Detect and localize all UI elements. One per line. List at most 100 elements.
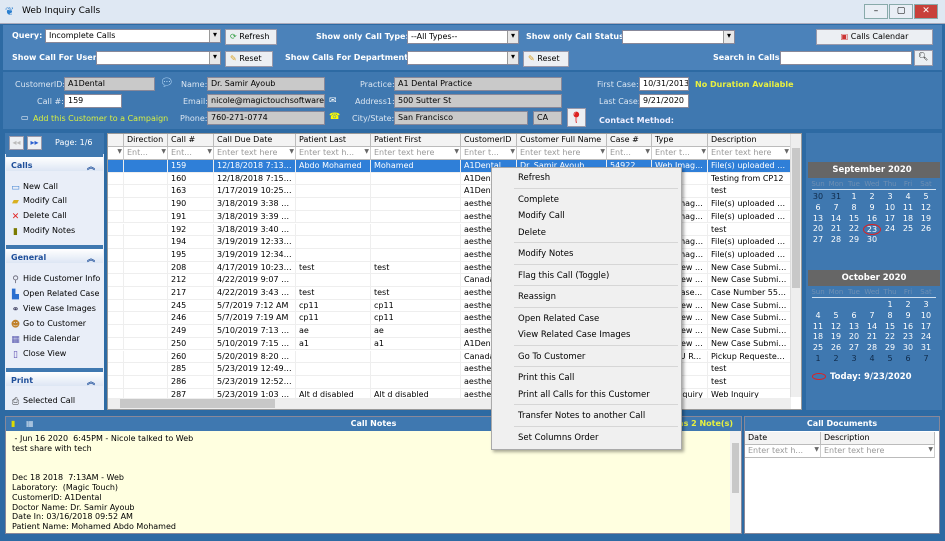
table-cell[interactable] xyxy=(124,198,168,211)
column-header-description[interactable]: Description xyxy=(708,134,791,147)
column-filter[interactable]: Enter t... xyxy=(652,147,708,160)
column-filter[interactable]: Ent... xyxy=(168,147,214,160)
row-selector[interactable] xyxy=(108,299,124,313)
row-selector[interactable] xyxy=(108,312,124,326)
row-selector[interactable] xyxy=(108,350,124,364)
column-header-call-[interactable]: Call # xyxy=(168,134,214,147)
calendar-day[interactable]: 18 xyxy=(899,214,917,223)
menu-item-reassign[interactable]: Reassign xyxy=(518,292,556,302)
table-cell[interactable] xyxy=(296,210,371,224)
calendar-day[interactable]: 5 xyxy=(881,354,899,363)
menu-item-flag-this-call-toggle[interactable]: Flag this Call (Toggle) xyxy=(518,271,609,281)
row-selector[interactable] xyxy=(108,274,124,287)
column-filter[interactable]: Enter text here xyxy=(708,147,791,160)
minimize-button[interactable]: – xyxy=(864,4,888,19)
column-filter[interactable]: Enter text here xyxy=(517,147,607,160)
table-cell[interactable] xyxy=(371,248,461,262)
notes-scrollbar[interactable] xyxy=(730,431,741,533)
reset-department-button[interactable]: ✎ Reset xyxy=(523,51,569,67)
table-cell[interactable]: Testing from CP12 xyxy=(708,172,791,186)
column-filter[interactable]: Enter t... xyxy=(461,147,517,160)
table-cell[interactable]: New Case Submitted xyxy=(708,325,791,338)
menu-item-transfer-notes-to-another-call[interactable]: Transfer Notes to another Call xyxy=(518,411,645,421)
row-selector[interactable] xyxy=(108,172,124,186)
table-cell[interactable]: 1/17/2019 10:25 ... xyxy=(214,185,296,199)
calendar-day[interactable]: 4 xyxy=(863,354,881,363)
menu-item-print-all-calls-for-this-customer[interactable]: Print all Calls for this Customer xyxy=(518,390,650,400)
table-cell[interactable]: ae xyxy=(371,325,461,338)
calendar-day[interactable]: 29 xyxy=(845,235,863,244)
table-cell[interactable] xyxy=(124,299,168,313)
table-cell[interactable]: a1 xyxy=(296,337,371,351)
table-cell[interactable]: 192 xyxy=(168,223,214,237)
calendar-day[interactable]: 24 xyxy=(881,224,899,233)
table-cell[interactable]: 3/19/2019 12:34 PM xyxy=(214,248,296,262)
phone-icon[interactable]: ☎ xyxy=(329,112,340,122)
print-section-header[interactable]: Print ︽ xyxy=(6,368,103,386)
table-cell[interactable]: 246 xyxy=(168,312,214,326)
table-cell[interactable] xyxy=(124,350,168,364)
calendar-day[interactable]: 13 xyxy=(809,214,827,223)
calendar-day[interactable]: 7 xyxy=(827,203,845,212)
department-select[interactable] xyxy=(407,51,519,65)
table-cell[interactable]: test xyxy=(708,375,791,389)
modify-call-item[interactable]: ▰ Modify Call xyxy=(10,194,67,208)
row-selector[interactable] xyxy=(108,236,124,249)
table-cell[interactable] xyxy=(124,172,168,186)
call-notes-text[interactable]: - Jun 16 2020 6:45PM - Nicole talked to … xyxy=(12,434,193,532)
table-cell[interactable] xyxy=(124,248,168,262)
calendar-day[interactable]: 16 xyxy=(863,214,881,223)
maximize-button[interactable]: ▢ xyxy=(889,4,913,19)
column-filter[interactable]: Enter text here xyxy=(214,147,296,160)
column-header-patient-first[interactable]: Patient First xyxy=(371,134,461,147)
calendar-day[interactable]: 27 xyxy=(845,343,863,352)
calendar-day[interactable]: 3 xyxy=(881,192,899,201)
row-selector[interactable] xyxy=(108,261,124,275)
table-cell[interactable] xyxy=(124,375,168,389)
print-selected-call-item[interactable]: ⎙ Selected Call xyxy=(10,394,75,408)
calendar-day[interactable]: 1 xyxy=(845,192,863,201)
menu-item-refresh[interactable]: Refresh xyxy=(518,173,550,183)
calendar-day[interactable]: 21 xyxy=(827,224,845,233)
calendar-day[interactable]: 30 xyxy=(899,343,917,352)
add-to-campaign-link[interactable]: Add this Customer to a Campaign xyxy=(33,114,168,123)
row-selector[interactable] xyxy=(108,325,124,338)
table-cell[interactable] xyxy=(296,223,371,237)
row-selector[interactable] xyxy=(108,337,124,351)
search-button[interactable]: 🔍︎ xyxy=(914,50,933,66)
doc-filter-description[interactable]: Enter text here xyxy=(821,445,935,458)
table-cell[interactable]: 285 xyxy=(168,363,214,376)
calendar-day[interactable]: 14 xyxy=(863,322,881,331)
close-view-item[interactable]: ▯ Close View xyxy=(10,347,66,361)
map-pin-button[interactable]: 📍︎ xyxy=(567,108,586,127)
calendar-day[interactable]: 24 xyxy=(917,332,935,341)
table-cell[interactable]: File(s) uploaded from xyxy=(708,248,791,262)
row-selector[interactable] xyxy=(108,198,124,211)
menu-item-print-this-call[interactable]: Print this Call xyxy=(518,373,574,383)
calendar-day[interactable]: 16 xyxy=(899,322,917,331)
table-cell[interactable]: test xyxy=(708,223,791,237)
menu-item-set-columns-order[interactable]: Set Columns Order xyxy=(518,433,599,443)
table-cell[interactable]: 190 xyxy=(168,198,214,211)
table-cell[interactable]: 5/10/2019 7:15 AM xyxy=(214,337,296,351)
calendar-day[interactable]: 7 xyxy=(863,311,881,320)
doc-column-date[interactable]: Date xyxy=(745,432,821,445)
table-cell[interactable]: a1 xyxy=(371,337,461,351)
table-cell[interactable]: 5/7/2019 7:19 AM xyxy=(214,312,296,326)
table-cell[interactable]: test xyxy=(708,185,791,199)
calendar-day[interactable]: 27 xyxy=(809,235,827,244)
row-selector[interactable] xyxy=(108,160,124,173)
calendar-day[interactable]: 20 xyxy=(809,224,827,233)
calendar-day[interactable]: 21 xyxy=(863,332,881,341)
table-cell[interactable] xyxy=(371,198,461,211)
table-cell[interactable] xyxy=(296,172,371,186)
calendar-day[interactable]: 31 xyxy=(827,192,845,201)
calendar-day[interactable]: 25 xyxy=(809,343,827,352)
calendar-day[interactable]: 4 xyxy=(809,311,827,320)
table-cell[interactable]: 208 xyxy=(168,261,214,275)
menu-item-delete[interactable]: Delete xyxy=(518,228,546,238)
table-cell[interactable] xyxy=(371,375,461,389)
table-cell[interactable]: 191 xyxy=(168,210,214,224)
table-cell[interactable]: 286 xyxy=(168,375,214,389)
hide-calendar-item[interactable]: ▦ Hide Calendar xyxy=(10,332,80,346)
